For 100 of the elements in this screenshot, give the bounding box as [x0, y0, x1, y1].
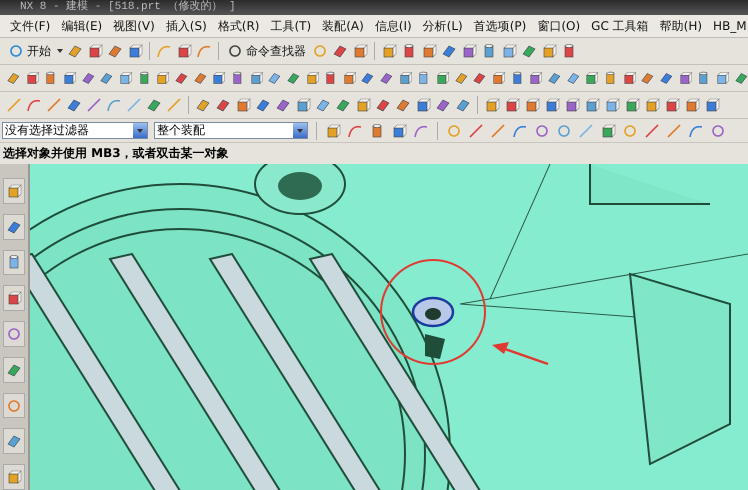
menu-item[interactable]: HB_M [708, 17, 748, 35]
menu-item[interactable]: 视图(V) [108, 16, 160, 36]
cube-icon[interactable] [484, 97, 500, 113]
cube-icon[interactable] [381, 43, 397, 59]
sheet-icon[interactable] [435, 97, 451, 113]
cube-icon[interactable] [6, 182, 22, 199]
circle-icon[interactable] [710, 122, 726, 138]
sheet-icon[interactable] [174, 70, 189, 86]
sheet-icon[interactable] [215, 97, 231, 113]
command-finder-button[interactable]: 命令查找器 [225, 40, 308, 62]
cube-icon[interactable] [62, 70, 77, 86]
resource-tab[interactable] [3, 178, 25, 204]
sheet-icon[interactable] [640, 70, 655, 86]
sheet-icon[interactable] [472, 70, 488, 86]
sheet-icon[interactable] [67, 43, 83, 59]
menu-item[interactable]: 信息(I) [370, 16, 417, 36]
resource-tab[interactable] [3, 428, 25, 454]
cube-icon[interactable] [501, 43, 517, 59]
cube-icon[interactable] [295, 97, 311, 113]
sheet-icon[interactable] [547, 70, 562, 86]
cube-icon[interactable] [528, 70, 544, 86]
sheet-icon[interactable] [315, 97, 331, 113]
cube-icon[interactable] [176, 43, 192, 59]
menu-item[interactable]: 首选项(P) [468, 16, 532, 36]
cube-icon[interactable] [584, 97, 600, 113]
cube-icon[interactable] [664, 97, 680, 113]
cube-icon[interactable] [325, 122, 341, 138]
cube-icon[interactable] [678, 70, 692, 86]
resource-tab[interactable] [3, 285, 25, 312]
cube-icon[interactable] [391, 122, 407, 138]
line-icon[interactable] [86, 97, 102, 113]
cube-icon[interactable] [127, 43, 143, 59]
curve-icon[interactable] [26, 97, 42, 113]
cube-icon[interactable] [491, 70, 506, 86]
sheet-icon[interactable] [80, 70, 96, 86]
sheet-icon[interactable] [192, 70, 208, 86]
cube-icon[interactable] [352, 43, 368, 59]
menu-item[interactable]: GC 工具箱 [586, 16, 654, 36]
cube-icon[interactable] [355, 97, 371, 113]
cube-icon[interactable] [421, 43, 437, 59]
sheet-icon[interactable] [375, 97, 391, 113]
sheet-icon[interactable] [6, 70, 21, 86]
cube-icon[interactable] [118, 70, 133, 86]
menu-item[interactable]: 帮助(H) [654, 16, 708, 36]
cube-icon[interactable] [544, 97, 560, 113]
sheet-icon[interactable] [379, 70, 394, 86]
sheet-icon[interactable] [734, 70, 748, 86]
cube-icon[interactable] [584, 70, 599, 86]
cube-icon[interactable] [435, 70, 450, 86]
sheet-icon[interactable] [255, 97, 271, 113]
cube-icon[interactable] [398, 70, 412, 86]
circle-icon[interactable] [534, 122, 550, 138]
sheet-icon[interactable] [267, 70, 282, 86]
sheet-icon[interactable] [360, 70, 376, 86]
caret-icon[interactable] [57, 49, 63, 53]
resource-tab[interactable] [3, 214, 25, 240]
cube-icon[interactable] [461, 43, 477, 59]
sheet-icon[interactable] [66, 97, 82, 113]
line-icon[interactable] [468, 122, 484, 138]
menu-item[interactable]: 文件(F) [5, 16, 56, 36]
cube-icon[interactable] [622, 70, 636, 86]
sheet-icon[interactable] [286, 70, 300, 86]
menu-item[interactable]: 工具(T) [265, 16, 316, 36]
resource-tab[interactable] [3, 356, 25, 383]
sheet-icon[interactable] [107, 43, 123, 59]
sheet-icon[interactable] [441, 43, 457, 59]
cube-icon[interactable] [248, 70, 264, 86]
caret-icon[interactable] [297, 128, 303, 132]
sheet-icon[interactable] [566, 70, 580, 86]
cube-icon[interactable] [564, 97, 580, 113]
cube-icon[interactable] [87, 43, 103, 59]
cube-icon[interactable] [684, 97, 700, 113]
cube-icon[interactable] [415, 97, 431, 113]
cube-icon[interactable] [6, 469, 22, 486]
cube-icon[interactable] [541, 43, 557, 59]
cube-icon[interactable] [235, 97, 251, 113]
sheet-icon[interactable] [195, 97, 211, 113]
cube-icon[interactable] [504, 97, 520, 113]
cube-icon[interactable] [211, 70, 226, 86]
menu-item[interactable]: 插入(S) [160, 16, 212, 36]
cube-icon[interactable] [524, 97, 540, 113]
cube-icon[interactable] [704, 97, 720, 113]
resource-tab[interactable] [3, 464, 25, 490]
menu-item[interactable]: 窗口(O) [532, 16, 586, 36]
type-filter-dropdown[interactable]: 没有选择过滤器 [2, 122, 148, 139]
sheet-icon[interactable] [658, 70, 674, 86]
sheet-icon[interactable] [454, 70, 468, 86]
cube-icon[interactable] [304, 70, 320, 86]
sheet-icon[interactable] [455, 97, 471, 113]
line-icon[interactable] [644, 122, 660, 138]
cube-icon[interactable] [342, 70, 356, 86]
sheet-icon[interactable] [6, 433, 22, 450]
circle-icon[interactable] [227, 43, 243, 59]
sheet-icon[interactable] [395, 97, 411, 113]
menu-item[interactable]: 格式(R) [212, 16, 264, 36]
sheet-icon[interactable] [332, 43, 348, 59]
cube-icon[interactable] [600, 122, 616, 138]
cube-icon[interactable] [644, 97, 660, 113]
cube-icon[interactable] [24, 70, 40, 86]
sheet-icon[interactable] [99, 70, 114, 86]
